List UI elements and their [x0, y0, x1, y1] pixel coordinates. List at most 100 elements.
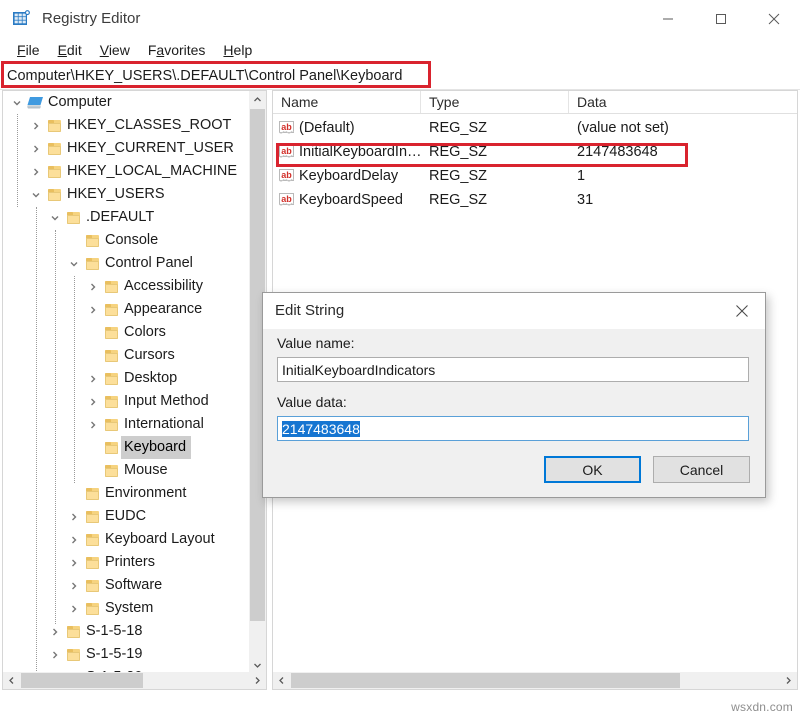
chevron-right-icon[interactable]	[28, 137, 44, 160]
tree-item-hkey-classes-root[interactable]: HKEY_CLASSES_ROOT	[3, 114, 249, 137]
folder-icon	[44, 143, 64, 155]
tree-item-s-1-5-19[interactable]: S-1-5-19	[3, 643, 249, 666]
values-hscroll-thumb[interactable]	[291, 673, 680, 688]
values-scroll-right-icon[interactable]	[780, 672, 797, 689]
tree-item-software[interactable]: Software	[3, 574, 249, 597]
tree-item-accessibility[interactable]: Accessibility	[3, 275, 249, 298]
tree-item-default[interactable]: .DEFAULT	[3, 206, 249, 229]
tree-item-control-panel[interactable]: Control Panel	[3, 252, 249, 275]
value-name-text: InitialKeyboardIndicators	[282, 362, 435, 378]
column-header-name[interactable]: Name	[273, 91, 421, 113]
minimize-button[interactable]	[641, 0, 694, 38]
tree-item-label: Computer	[45, 91, 117, 114]
chevron-right-icon[interactable]	[85, 367, 101, 390]
menu-item-help[interactable]: Help	[214, 38, 261, 62]
tree-item-environment[interactable]: Environment	[3, 482, 249, 505]
table-row[interactable]: abKeyboardDelayREG_SZ1	[273, 164, 797, 188]
tree-item-colors[interactable]: Colors	[3, 321, 249, 344]
chevron-down-icon[interactable]	[28, 183, 44, 206]
folder-icon	[82, 258, 102, 270]
tree-item-printers[interactable]: Printers	[3, 551, 249, 574]
tree-item-label: Input Method	[121, 390, 214, 413]
column-header-data[interactable]: Data	[569, 91, 795, 113]
address-bar[interactable]: Computer\HKEY_USERS\.DEFAULT\Control Pan…	[0, 62, 800, 90]
tree-item-keyboard[interactable]: Keyboard	[3, 436, 249, 459]
value-name-text: KeyboardSpeed	[299, 192, 403, 208]
chevron-right-icon[interactable]	[66, 528, 82, 551]
tree-item-input-method[interactable]: Input Method	[3, 390, 249, 413]
chevron-down-icon[interactable]	[66, 252, 82, 275]
chevron-right-icon[interactable]	[47, 643, 63, 666]
value-name-cell: abKeyboardDelay	[273, 168, 421, 184]
folder-icon	[82, 488, 102, 500]
tree-item-system[interactable]: System	[3, 597, 249, 620]
tree-item-label: Printers	[102, 551, 160, 574]
tree-item-computer[interactable]: Computer	[3, 91, 249, 114]
tree-item-mouse[interactable]: Mouse	[3, 459, 249, 482]
values-scroll-left-icon[interactable]	[273, 672, 290, 689]
tree-item-label: Control Panel	[102, 252, 198, 275]
string-value-icon: ab	[279, 193, 294, 207]
table-row[interactable]: abKeyboardSpeedREG_SZ31	[273, 188, 797, 212]
menu-item-file[interactable]: File	[8, 38, 49, 62]
chevron-right-icon[interactable]	[85, 298, 101, 321]
maximize-button[interactable]	[694, 0, 747, 38]
tree-item-label: International	[121, 413, 209, 436]
tree-item-desktop[interactable]: Desktop	[3, 367, 249, 390]
column-header-type[interactable]: Type	[421, 91, 569, 113]
chevron-down-icon[interactable]	[47, 206, 63, 229]
tree-item-keyboard-layout[interactable]: Keyboard Layout	[3, 528, 249, 551]
chevron-right-icon[interactable]	[85, 390, 101, 413]
value-name-input[interactable]: InitialKeyboardIndicators	[277, 357, 749, 382]
tree-item-label: .DEFAULT	[83, 206, 159, 229]
chevron-right-icon[interactable]	[66, 551, 82, 574]
tree-item-eudc[interactable]: EUDC	[3, 505, 249, 528]
registry-tree[interactable]: ComputerHKEY_CLASSES_ROOTHKEY_CURRENT_US…	[3, 91, 249, 674]
tree-scroll-up-icon[interactable]	[249, 91, 266, 108]
folder-icon	[101, 350, 121, 362]
menu-item-edit[interactable]: Edit	[49, 38, 91, 62]
folder-icon	[63, 626, 83, 638]
chevron-right-icon[interactable]	[28, 160, 44, 183]
tree-item-label: S-1-5-19	[83, 643, 147, 666]
value-data-input[interactable]: 2147483648	[277, 416, 749, 441]
table-row[interactable]: abInitialKeyboardIn…REG_SZ2147483648	[273, 140, 797, 164]
menu-item-favorites[interactable]: Favorites	[139, 38, 215, 62]
tree-scroll-left-icon[interactable]	[3, 672, 20, 689]
chevron-right-icon[interactable]	[66, 574, 82, 597]
chevron-down-icon[interactable]	[9, 91, 25, 114]
tree-item-label: Keyboard	[121, 436, 191, 459]
value-data-cell: 2147483648	[569, 144, 795, 160]
ok-button[interactable]: OK	[544, 456, 641, 483]
cancel-button[interactable]: Cancel	[653, 456, 750, 483]
tree-item-hkey-users[interactable]: HKEY_USERS	[3, 183, 249, 206]
close-button[interactable]	[747, 0, 800, 38]
dialog-title: Edit String	[275, 301, 344, 321]
tree-item-international[interactable]: International	[3, 413, 249, 436]
tree-hscroll-thumb[interactable]	[21, 673, 143, 688]
values-column-header: Name Type Data	[273, 91, 797, 114]
tree-item-console[interactable]: Console	[3, 229, 249, 252]
chevron-right-icon[interactable]	[66, 505, 82, 528]
value-data-label: Value data:	[277, 394, 347, 410]
table-row[interactable]: ab(Default)REG_SZ(value not set)	[273, 116, 797, 140]
tree-item-s-1-5-18[interactable]: S-1-5-18	[3, 620, 249, 643]
tree-item-label: Keyboard Layout	[102, 528, 220, 551]
chevron-right-icon[interactable]	[85, 275, 101, 298]
values-horizontal-scrollbar[interactable]	[273, 672, 797, 689]
tree-scroll-right-icon[interactable]	[249, 672, 266, 689]
folder-icon	[101, 373, 121, 385]
menu-item-view[interactable]: View	[91, 38, 139, 62]
chevron-right-icon[interactable]	[28, 114, 44, 137]
tree-item-hkey-local-machine[interactable]: HKEY_LOCAL_MACHINE	[3, 160, 249, 183]
dialog-close-button[interactable]	[719, 293, 765, 329]
tree-item-label: HKEY_LOCAL_MACHINE	[64, 160, 242, 183]
tree-item-hkey-current-user[interactable]: HKEY_CURRENT_USER	[3, 137, 249, 160]
chevron-right-icon[interactable]	[47, 620, 63, 643]
tree-item-label: Accessibility	[121, 275, 208, 298]
tree-horizontal-scrollbar[interactable]	[3, 672, 266, 689]
chevron-right-icon[interactable]	[85, 413, 101, 436]
tree-item-appearance[interactable]: Appearance	[3, 298, 249, 321]
chevron-right-icon[interactable]	[66, 597, 82, 620]
tree-item-cursors[interactable]: Cursors	[3, 344, 249, 367]
